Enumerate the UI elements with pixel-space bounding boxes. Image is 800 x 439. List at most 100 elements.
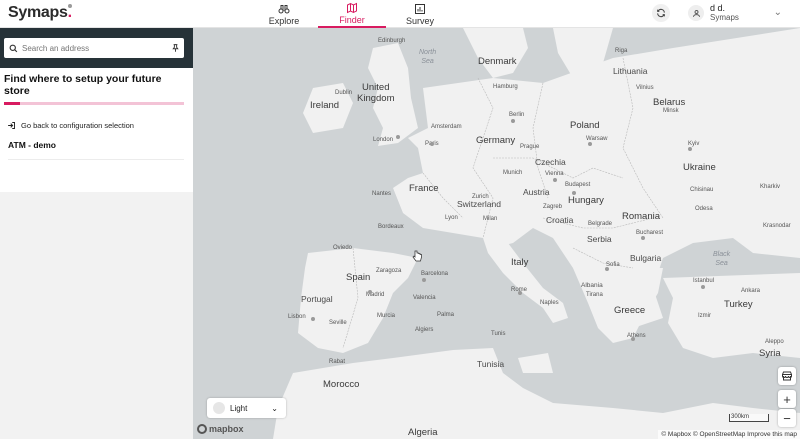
address-search: [4, 38, 184, 58]
label-naples: Naples: [540, 300, 559, 306]
label-minsk: Minsk: [663, 108, 679, 114]
label-odesa: Odesa: [695, 206, 713, 212]
label-barcelona: Barcelona: [421, 271, 449, 277]
label-poland: Poland: [570, 120, 600, 131]
style-swatch: [213, 402, 225, 414]
city-marker: [701, 285, 705, 289]
map-style-select[interactable]: Light ⌄: [207, 398, 286, 418]
hand-cursor-icon: [412, 250, 422, 262]
label-krasnodar: Krasnodar: [763, 223, 791, 229]
label-london: London: [373, 137, 394, 143]
city-marker: [605, 267, 609, 271]
label-berlin: Berlin: [509, 112, 525, 118]
city-marker: [311, 317, 315, 321]
store-icon: [782, 371, 792, 381]
label-romania: Romania: [622, 211, 661, 222]
label-vienna: Vienna: [545, 171, 564, 177]
bar-chart-icon: [415, 3, 425, 14]
poi-store-button[interactable]: [778, 367, 796, 385]
label-izmir: Izmir: [698, 313, 711, 319]
label-turkey: Turkey: [724, 299, 753, 310]
city-marker: [688, 147, 692, 151]
label-tunisia: Tunisia: [477, 359, 505, 369]
label-istanbul: Istanbul: [693, 278, 715, 284]
label-bulgaria: Bulgaria: [630, 253, 662, 263]
search-icon: [4, 44, 22, 53]
label-edinburgh: Edinburgh: [378, 38, 406, 44]
zoom-out-button[interactable]: −: [778, 409, 796, 427]
label-tunis: Tunis: [491, 331, 506, 337]
label-zaragoza: Zaragoza: [376, 268, 402, 274]
nav-survey[interactable]: Survey: [386, 0, 454, 28]
user-org: Symaps: [710, 13, 739, 22]
mapbox-logo[interactable]: mapbox: [197, 424, 244, 434]
city-marker: [631, 337, 635, 341]
label-zurich: Zurich: [472, 194, 489, 200]
label-ankara: Ankara: [741, 288, 761, 294]
label-spain: Spain: [346, 272, 371, 283]
label-prague: Prague: [520, 144, 540, 150]
progress-bar: [4, 102, 184, 105]
city-marker: [368, 290, 372, 294]
sidebar: Find where to setup your future store Go…: [0, 28, 193, 439]
label-lyon: Lyon: [445, 215, 458, 221]
binoculars-icon: [278, 4, 290, 13]
label-riga: Riga: [615, 48, 628, 54]
user-menu[interactable]: d d. Symaps ⌄: [688, 2, 796, 24]
label-switzerland: Switzerland: [457, 199, 501, 209]
city-marker: [588, 142, 592, 146]
nav-explore[interactable]: Explore: [250, 0, 318, 28]
label-austria: Austria: [523, 187, 550, 197]
label-morocco: Morocco: [323, 379, 360, 390]
city-marker: [572, 191, 576, 195]
label-palma: Palma: [437, 312, 455, 318]
label-france: France: [409, 183, 439, 194]
user-name: d d.: [710, 3, 726, 13]
label-lithuania: Lithuania: [613, 66, 648, 76]
label-portugal: Portugal: [301, 294, 333, 304]
main-nav: Explore Finder Survey: [250, 0, 454, 28]
label-north-sea: North Sea: [419, 49, 437, 65]
label-syria: Syria: [759, 348, 781, 359]
user-icon: [692, 9, 700, 17]
nav-finder[interactable]: Finder: [318, 0, 386, 28]
refresh-icon: [657, 8, 665, 18]
label-greece: Greece: [614, 305, 646, 316]
avatar: [688, 5, 704, 21]
city-marker: [511, 119, 515, 123]
label-milan: Milan: [483, 216, 498, 222]
label-murcia: Murcia: [377, 313, 396, 319]
refresh-button[interactable]: [652, 4, 670, 22]
map-canvas[interactable]: Denmark Lithuania United Kingdom Ireland…: [193, 28, 800, 439]
label-kharkiv: Kharkiv: [760, 184, 781, 190]
label-bordeaux: Bordeaux: [378, 224, 404, 230]
label-croatia: Croatia: [546, 215, 574, 225]
search-input[interactable]: [22, 43, 166, 53]
label-vilnius: Vilnius: [636, 85, 654, 91]
chevron-down-icon: ⌄: [271, 403, 278, 413]
label-belarus: Belarus: [653, 97, 686, 108]
label-lisbon: Lisbon: [288, 314, 306, 320]
label-amsterdam: Amsterdam: [431, 124, 462, 130]
progress-fill: [4, 102, 21, 105]
zoom-in-button[interactable]: +: [778, 390, 796, 408]
city-marker: [553, 178, 557, 182]
label-oviedo: Oviedo: [333, 245, 353, 251]
label-albania: Albania: [581, 282, 603, 289]
back-to-configuration-link[interactable]: Go back to configuration selection: [7, 121, 185, 130]
label-valencia: Valencia: [413, 295, 436, 301]
label-hamburg: Hamburg: [493, 84, 518, 90]
label-munich: Munich: [503, 170, 523, 176]
symaps-logo[interactable]: Symaps.: [8, 4, 72, 22]
label-denmark: Denmark: [478, 56, 517, 67]
label-italy: Italy: [511, 257, 529, 268]
chevron-down-icon[interactable]: ⌄: [774, 7, 782, 18]
label-dublin: Dublin: [335, 90, 353, 96]
pin-icon[interactable]: [166, 43, 184, 53]
map-attribution[interactable]: © Mapbox © OpenStreetMap Improve this ma…: [658, 430, 800, 439]
city-marker: [641, 236, 645, 240]
label-serbia: Serbia: [587, 234, 612, 244]
label-hungary: Hungary: [568, 195, 604, 206]
top-bar: Symaps. Explore Finder Survey d d. Symap…: [0, 0, 800, 28]
label-czechia: Czechia: [535, 157, 566, 167]
